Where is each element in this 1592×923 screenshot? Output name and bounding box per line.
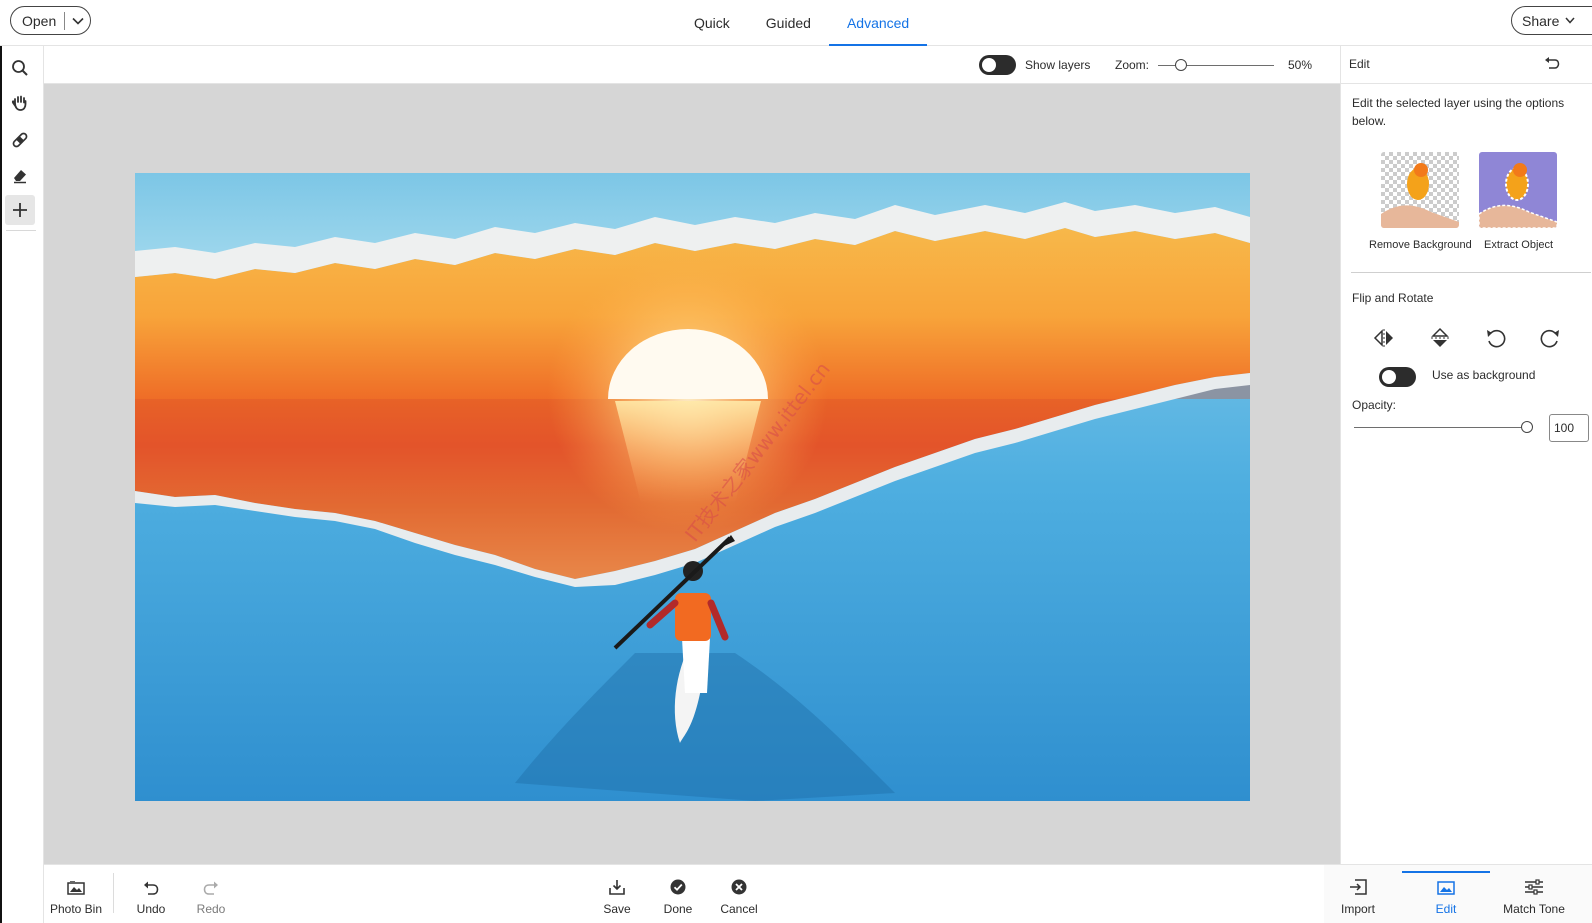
share-button[interactable]: Share xyxy=(1511,6,1592,35)
checkerboard-bird-thumbnail xyxy=(1381,152,1459,228)
flip-rotate-heading: Flip and Rotate xyxy=(1352,291,1434,305)
zoom-value: 50% xyxy=(1288,58,1313,72)
reset-icon[interactable] xyxy=(1544,57,1560,71)
redo-icon xyxy=(203,881,218,895)
open-button-label: Open xyxy=(22,12,57,29)
opacity-slider-track[interactable] xyxy=(1354,427,1530,428)
cancel-label: Cancel xyxy=(720,902,758,916)
mode-tabs: Quick Guided Advanced xyxy=(676,0,928,46)
cancel-button[interactable]: Cancel xyxy=(718,865,760,923)
move-icon xyxy=(13,203,27,217)
eraser-icon xyxy=(14,170,26,184)
spot-healing-tool-button[interactable] xyxy=(5,125,35,155)
save-icon xyxy=(609,880,625,895)
zoom-label: Zoom: xyxy=(1115,58,1150,72)
opacity-input[interactable]: 100 xyxy=(1549,414,1589,442)
tab-advanced[interactable]: Advanced xyxy=(828,0,928,46)
opacity-label: Opacity: xyxy=(1352,398,1397,412)
done-button[interactable]: Done xyxy=(658,865,698,923)
rotate-left-button[interactable] xyxy=(1483,325,1509,351)
hand-tool-button[interactable] xyxy=(5,88,35,118)
import-icon xyxy=(1350,879,1367,895)
canvas-area[interactable]: IT技术之家www.ittel.cn xyxy=(44,84,1340,864)
save-button[interactable]: Save xyxy=(597,865,637,923)
extract-object-label: Extract Object xyxy=(1484,239,1554,251)
photo-bin-icon xyxy=(67,881,85,895)
done-label: Done xyxy=(663,902,693,916)
redo-button[interactable]: Redo xyxy=(191,865,231,923)
show-layers-toggle[interactable] xyxy=(979,55,1016,75)
edit-panel-label: Edit xyxy=(1435,902,1457,916)
remove-background-label: Remove Background xyxy=(1369,239,1472,251)
sliders-icon xyxy=(1525,879,1543,895)
rotate-right-icon xyxy=(1540,329,1559,348)
close-circle-icon xyxy=(731,879,747,895)
panel-divider xyxy=(1351,272,1591,273)
panel-description: Edit the selected layer using the option… xyxy=(1352,96,1565,128)
match-tone-button[interactable]: Match Tone xyxy=(1494,865,1574,923)
toggle-knob xyxy=(1382,370,1396,384)
flip-vertical-icon xyxy=(1431,327,1449,347)
import-label: Import xyxy=(1340,902,1375,916)
import-button[interactable]: Import xyxy=(1334,865,1382,923)
tools-panel xyxy=(0,46,44,923)
use-as-background-toggle[interactable] xyxy=(1379,367,1416,387)
composite-photo[interactable]: IT技术之家www.ittel.cn xyxy=(135,173,1250,801)
chevron-down-icon xyxy=(1565,17,1575,24)
zoom-slider-thumb[interactable] xyxy=(1175,59,1187,71)
tool-divider xyxy=(6,230,36,231)
undo-button[interactable]: Undo xyxy=(131,865,171,923)
flip-vertical-button[interactable] xyxy=(1427,325,1453,351)
opacity-slider-thumb[interactable] xyxy=(1521,421,1533,433)
bottom-divider xyxy=(113,873,114,913)
edit-panel: Edit Edit the selected layer using the o… xyxy=(1340,46,1592,870)
options-bar: Show layers Zoom: 50% xyxy=(44,46,1340,84)
flip-horizontal-icon xyxy=(1373,329,1393,347)
share-button-label: Share xyxy=(1522,12,1560,29)
photoshop-elements-app: Open Quick Guided Advanced Share Show la… xyxy=(0,0,1592,923)
checkmark-circle-icon xyxy=(670,879,686,895)
zoom-tool-button[interactable] xyxy=(5,53,35,83)
show-layers-label: Show layers xyxy=(1025,58,1091,72)
open-button[interactable]: Open xyxy=(10,6,91,35)
match-tone-label: Match Tone xyxy=(1503,902,1565,916)
redo-label: Redo xyxy=(196,902,226,916)
edit-panel-button[interactable]: Edit xyxy=(1426,865,1466,923)
magnifier-icon xyxy=(12,60,28,76)
extract-object-button[interactable] xyxy=(1479,152,1557,228)
edit-image-icon xyxy=(1437,881,1455,895)
flip-horizontal-button[interactable] xyxy=(1371,325,1397,351)
photo-bin-label: Photo Bin xyxy=(49,902,103,916)
top-bar: Open Quick Guided Advanced Share xyxy=(0,0,1592,46)
extract-bird-thumbnail xyxy=(1479,152,1557,228)
bandage-icon xyxy=(12,132,28,148)
undo-icon xyxy=(144,881,159,895)
edit-panel-header: Edit xyxy=(1341,46,1592,84)
tab-quick[interactable]: Quick xyxy=(676,0,748,46)
chevron-down-icon[interactable] xyxy=(65,17,90,25)
toggle-knob xyxy=(982,58,996,72)
undo-label: Undo xyxy=(136,902,166,916)
panel-title: Edit xyxy=(1349,57,1370,71)
move-tool-button[interactable] xyxy=(5,195,35,225)
use-as-background-label: Use as background xyxy=(1432,368,1536,382)
bottom-bar: Photo Bin Undo Redo Save Done Cancel Imp… xyxy=(44,864,1592,923)
remove-background-button[interactable] xyxy=(1381,152,1459,228)
eraser-tool-button[interactable] xyxy=(5,160,35,190)
hand-icon xyxy=(11,95,27,111)
rotate-right-button[interactable] xyxy=(1537,325,1563,351)
rotate-left-icon xyxy=(1487,329,1506,348)
photo-bin-button[interactable]: Photo Bin xyxy=(49,865,103,923)
save-label: Save xyxy=(603,902,631,916)
tab-guided[interactable]: Guided xyxy=(748,0,829,46)
